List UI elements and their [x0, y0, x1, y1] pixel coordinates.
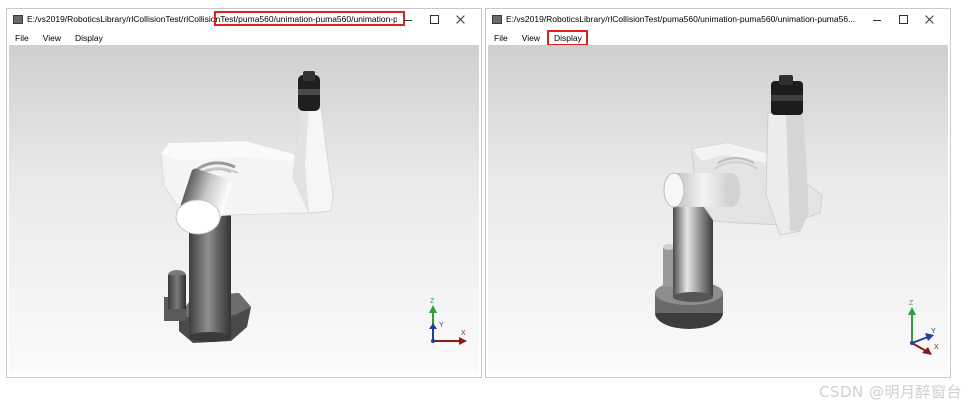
3d-viewport[interactable]: Z Y X: [488, 45, 948, 375]
axis-label-y: Y: [931, 328, 936, 335]
robot-scene: Z Y X: [655, 75, 939, 355]
window-title: E:/vs2019/RoboticsLibrary/rlCollisionTes…: [506, 14, 856, 24]
app-icon: [492, 15, 502, 24]
axis-indicator: Z Y X: [429, 298, 467, 345]
maximize-icon: [430, 15, 439, 24]
axis-label-x: X: [934, 344, 939, 351]
app-icon: [13, 15, 23, 24]
minimize-button[interactable]: [864, 13, 890, 27]
menu-view[interactable]: View: [520, 33, 542, 43]
menu-display[interactable]: Display: [73, 33, 105, 43]
axis-label-x: X: [461, 330, 466, 337]
window-controls: [395, 13, 473, 27]
axis-label-z: Z: [909, 300, 914, 307]
title-highlight-box: [214, 11, 405, 26]
title-bar[interactable]: E:/vs2019/RoboticsLibrary/rlCollisionTes…: [486, 9, 950, 31]
window-controls: [864, 13, 942, 27]
maximize-icon: [899, 15, 908, 24]
close-icon: [456, 15, 465, 24]
minimize-icon: [873, 20, 881, 21]
robot-viewer-window-right: E:/vs2019/RoboticsLibrary/rlCollisionTes…: [485, 8, 951, 378]
axis-label-z: Z: [430, 298, 435, 305]
minimize-icon: [404, 20, 412, 21]
title-bar[interactable]: E:/vs2019/RoboticsLibrary/rlCollisionTes…: [7, 9, 481, 31]
maximize-button[interactable]: [421, 13, 447, 27]
axis-indicator: Z Y X: [908, 300, 939, 355]
robot-scene: Z Y X: [160, 71, 467, 345]
robot-viewer-window-left: E:/vs2019/RoboticsLibrary/rlCollisionTes…: [6, 8, 482, 378]
menu-file[interactable]: File: [13, 33, 31, 43]
menu-bar: File View Display: [7, 31, 481, 45]
menu-view[interactable]: View: [41, 33, 63, 43]
menu-file[interactable]: File: [492, 33, 510, 43]
robot-wrist: [298, 71, 320, 111]
close-button[interactable]: [916, 13, 942, 27]
close-button[interactable]: [447, 13, 473, 27]
axis-label-y: Y: [439, 322, 444, 329]
maximize-button[interactable]: [890, 13, 916, 27]
title-path-prefix: E:/vs2019/RoboticsLibrary/rlCollisionTes…: [27, 14, 239, 24]
minimize-button[interactable]: [395, 13, 421, 27]
3d-viewport[interactable]: Z Y X: [9, 45, 479, 375]
menu-display[interactable]: Display: [546, 30, 588, 46]
close-icon: [925, 15, 934, 24]
watermark: CSDN @明月醉窗台: [818, 383, 962, 401]
menu-highlight-box: [546, 30, 588, 46]
robot-wrist: [771, 75, 803, 115]
robot-shoulder-joint: [663, 172, 740, 208]
menu-bar: File View Display: [486, 30, 950, 46]
